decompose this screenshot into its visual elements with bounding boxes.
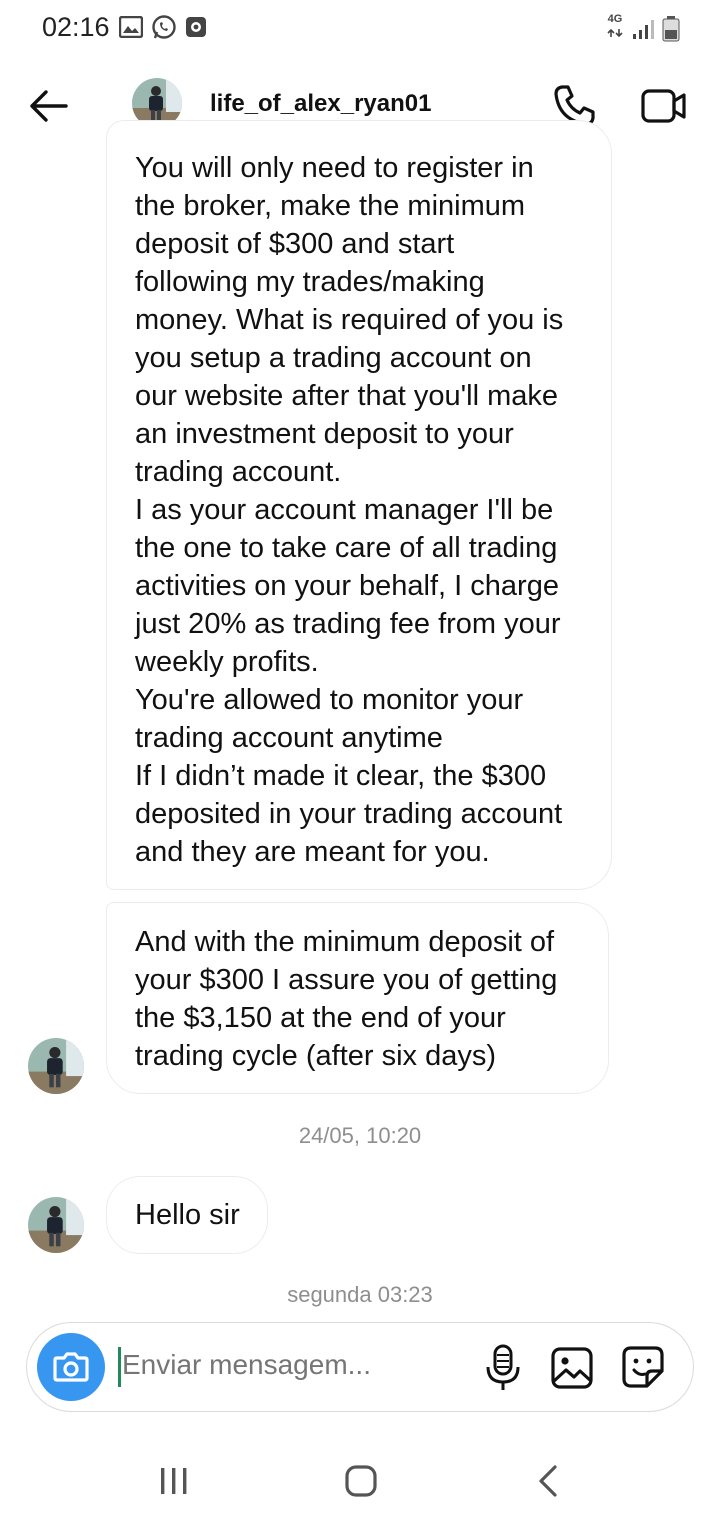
- sender-avatar[interactable]: [28, 1038, 84, 1094]
- message-line: trading account.: [135, 456, 342, 488]
- message-line: an investment deposit to your: [135, 418, 514, 450]
- message-line: activities on your behalf, I charge: [135, 570, 559, 602]
- gallery-icon[interactable]: [550, 1346, 594, 1390]
- message-bubble[interactable]: And with the minimum deposit of your $30…: [106, 902, 609, 1094]
- nav-back-icon[interactable]: [536, 1464, 560, 1498]
- text-caret: [118, 1347, 121, 1387]
- message-line: just 20% as trading fee from your: [135, 608, 561, 640]
- message-line: deposit of $300 and start: [135, 228, 455, 260]
- microphone-icon[interactable]: [483, 1343, 523, 1393]
- message-bubble[interactable]: Hello sir: [106, 1176, 268, 1254]
- message-line: deposited in your trading account: [135, 798, 563, 830]
- message-line: the broker, make the minimum: [135, 190, 526, 222]
- signal-icon: [633, 19, 654, 39]
- message-line: weekly profits.: [135, 646, 319, 678]
- message-line: following my trades/making: [135, 266, 485, 298]
- message-line: You're allowed to monitor your: [135, 684, 524, 716]
- status-bar: 02:16 4G: [0, 0, 720, 56]
- message-line: trading cycle (after six days): [135, 1040, 497, 1072]
- message-line: I as your account manager I'll be: [135, 494, 554, 526]
- recent-apps-icon[interactable]: [158, 1466, 190, 1496]
- sticker-icon[interactable]: [621, 1345, 665, 1389]
- message-line: If I didn’t made it clear, the $300: [135, 760, 547, 792]
- chat-timestamp: 24/05, 10:20: [298, 1123, 422, 1148]
- message-line: your $300 I assure you of getting: [135, 964, 558, 996]
- avatar-image: [28, 1197, 84, 1253]
- avatar-image: [28, 1038, 84, 1094]
- message-line: And with the minimum deposit of: [135, 926, 555, 958]
- message-composer: [26, 1322, 694, 1412]
- chat-username[interactable]: life_of_alex_ryan01: [210, 90, 431, 118]
- message-line: money. What is required of you is: [135, 304, 564, 336]
- whatsapp-icon: [152, 15, 176, 39]
- status-system: 4G: [606, 14, 680, 43]
- sender-avatar[interactable]: [28, 1197, 84, 1253]
- message-line: our website after that you'll make: [135, 380, 559, 412]
- message-line: Hello sir: [135, 1199, 240, 1231]
- home-icon[interactable]: [344, 1464, 378, 1498]
- camera-button[interactable]: [37, 1333, 105, 1401]
- message-line: the one to take care of all trading: [135, 532, 558, 564]
- camera-icon: [53, 1352, 89, 1382]
- message-input[interactable]: [122, 1349, 482, 1381]
- message-bubble[interactable]: You will only need to register in the br…: [106, 120, 612, 890]
- message-line: and they are meant for you.: [135, 836, 490, 868]
- back-arrow-icon[interactable]: [26, 84, 72, 128]
- message-line: the $3,150 at the end of your: [135, 1002, 506, 1034]
- data-arrows-icon: [607, 28, 623, 38]
- network-indicator: 4G: [606, 14, 624, 43]
- message-line: you setup a trading account on: [135, 342, 532, 374]
- status-notifications: [119, 14, 207, 40]
- video-camera-icon[interactable]: [640, 86, 688, 126]
- gallery-icon: [119, 16, 143, 38]
- network-label: 4G: [607, 13, 623, 25]
- message-line: trading account anytime: [135, 722, 443, 754]
- battery-icon: [662, 15, 680, 41]
- notification-icon: [186, 17, 206, 37]
- chat-timestamp: segunda 03:23: [287, 1282, 433, 1307]
- message-line: You will only need to register in: [135, 152, 534, 184]
- status-time: 02:16: [42, 12, 110, 42]
